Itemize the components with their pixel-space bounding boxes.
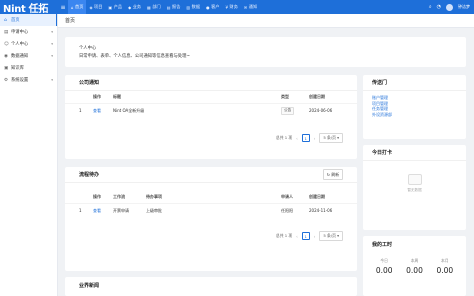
business-icon: ◆ bbox=[128, 4, 132, 10]
sidebar-item-home[interactable]: ⌂ 首页 bbox=[0, 14, 57, 26]
work-hours-title: 我的工时 bbox=[372, 241, 393, 248]
type-badge: 公告 bbox=[281, 106, 295, 115]
nav-report[interactable]: ▤ 报告 bbox=[164, 0, 184, 14]
refresh-button[interactable]: ↻ 刷新 bbox=[322, 169, 343, 180]
chevron-down-icon: ▾ bbox=[51, 30, 53, 34]
pagination: 总共 1 项 ‹ 1 › 5 条/页 ▾ bbox=[65, 229, 357, 243]
settings-icon: ⚙ bbox=[4, 77, 9, 83]
nav-business[interactable]: ◆ 业务 bbox=[125, 0, 144, 14]
table-header: 操作 工作流 待办事项 申请人 创建日期 bbox=[93, 194, 325, 199]
news-card: 业界新闻 bbox=[65, 277, 357, 296]
chevron-down-icon: ▾ bbox=[51, 78, 53, 82]
todo-title: 流程待办 bbox=[79, 172, 100, 178]
quick-link-resources[interactable]: 外设资源部 bbox=[363, 112, 466, 118]
sidebar-item-data-notice[interactable]: ◉ 数据通知 ▾ bbox=[0, 50, 57, 62]
apply-icon: ▤ bbox=[4, 29, 9, 35]
home-icon: ⌂ bbox=[71, 4, 74, 10]
customer-icon: ● bbox=[206, 4, 210, 10]
personal-title: 个人中心 bbox=[79, 46, 97, 51]
knowledge-icon: ▣ bbox=[4, 65, 9, 71]
next-page-icon[interactable]: › bbox=[314, 234, 316, 239]
top-bar: Nint 任拓 ≡ ⌂ 首页 ◈ 项目 ▣ 产品 ◆ 业务 ▦ 部门 ▤ 报告 ▥ 数据 ● 客… bbox=[0, 0, 474, 15]
product-icon: ▣ bbox=[108, 4, 113, 10]
chevron-down-icon: ▾ bbox=[51, 54, 53, 58]
prev-page-icon[interactable]: ‹ bbox=[296, 136, 298, 141]
nav-department[interactable]: ▦ 部门 bbox=[144, 0, 164, 14]
avatar[interactable] bbox=[446, 3, 453, 11]
notify-icon: ✉ bbox=[243, 4, 248, 10]
personal-center-card: 个人中心 日常申请、表单、个人信息、公司通知等信息查看与处理~ bbox=[65, 37, 466, 67]
user-icon: ☺ bbox=[4, 41, 9, 47]
page-size-select[interactable]: 5 条/页 ▾ bbox=[319, 133, 343, 143]
nav-customer[interactable]: ● 客户 bbox=[203, 0, 222, 14]
nav-project[interactable]: ◈ 项目 bbox=[86, 0, 105, 14]
next-page-icon[interactable]: › bbox=[314, 136, 316, 141]
top-nav: ⌂ 首页 ◈ 项目 ▣ 产品 ◆ 业务 ▦ 部门 ▤ 报告 ▥ 数据 ● 客户 ¥ 财务 ✉ 通知 bbox=[68, 0, 260, 14]
sidebar-item-apply[interactable]: ▤ 申请中心 ▾ bbox=[0, 26, 57, 38]
checkin-card: 今日打卡 暂无数据 bbox=[363, 145, 466, 230]
empty-box-icon bbox=[407, 173, 422, 185]
quick-links-card: 传送门 账户管理 项目管理 任务管理 外设资源部 bbox=[363, 75, 466, 139]
page-number[interactable]: 1 bbox=[301, 134, 310, 142]
table-row: 1 查看 Nint OA全新升级 公告 2024-06-06 bbox=[65, 103, 357, 117]
search-icon[interactable]: ⌕ bbox=[429, 4, 432, 10]
view-link[interactable]: 查看 bbox=[93, 208, 113, 214]
nav-notify[interactable]: ✉ 通知 bbox=[241, 0, 260, 14]
bell-icon[interactable]: ◔ bbox=[437, 4, 441, 10]
refresh-icon: ↻ bbox=[326, 172, 330, 177]
view-link[interactable]: 查看 bbox=[93, 108, 113, 114]
nav-finance[interactable]: ¥ 财务 bbox=[222, 0, 240, 14]
hours-month: 本月 0.00 bbox=[436, 258, 454, 275]
prev-page-icon[interactable]: ‹ bbox=[296, 234, 298, 239]
announcements-card: 公司通知 操作 标题 类型 创建日期 1 查看 Nint OA全新升级 公告 2… bbox=[65, 75, 357, 159]
checkin-title: 今日打卡 bbox=[372, 150, 393, 156]
tab-home[interactable]: 首页 bbox=[65, 17, 75, 24]
department-icon: ▦ bbox=[147, 4, 151, 10]
hours-week: 本周 0.00 bbox=[406, 258, 423, 275]
sidebar-item-settings[interactable]: ⚙ 系统设置 ▾ bbox=[0, 74, 57, 86]
todo-card: 流程待办 ↻ 刷新 操作 工作流 待办事项 申请人 创建日期 1 查看 开票申请 … bbox=[65, 167, 357, 271]
project-icon: ◈ bbox=[89, 4, 93, 10]
work-hours-card: 我的工时 今日 0.00 本周 0.00 本月 0.00 bbox=[363, 236, 466, 296]
data-notice-icon: ◉ bbox=[4, 53, 8, 59]
empty-state: 暂无数据 bbox=[363, 161, 466, 205]
page-size-select[interactable]: 5 条/页 ▾ bbox=[319, 231, 343, 241]
table-row: 1 查看 开票申请 上级审批 任阳阳 2024-11-06 bbox=[65, 203, 357, 217]
finance-icon: ¥ bbox=[225, 4, 228, 10]
quick-links-title: 传送门 bbox=[372, 80, 388, 86]
hours-stats: 今日 0.00 本周 0.00 本月 0.00 bbox=[363, 252, 466, 275]
top-right-tools: ⌕ ◔ 钟洁梦 bbox=[429, 0, 474, 14]
page-tabs: 首页 bbox=[58, 14, 474, 28]
announcements-title: 公司通知 bbox=[79, 80, 100, 86]
page-number[interactable]: 1 bbox=[301, 232, 310, 240]
home-icon: ⌂ bbox=[4, 17, 7, 23]
sidebar: ⌂ 首页 ▤ 申请中心 ▾ ☺ 个人中心 ▾ ◉ 数据通知 ▾ ▣ 知识库 ⚙ 系统设置 ▾ bbox=[0, 14, 58, 296]
menu-icon[interactable]: ≡ bbox=[58, 0, 68, 14]
hours-today: 今日 0.00 bbox=[375, 258, 393, 275]
nav-product[interactable]: ▣ 产品 bbox=[105, 0, 125, 14]
pagination: 总共 1 项 ‹ 1 › 5 条/页 ▾ bbox=[65, 131, 357, 145]
sidebar-item-knowledge[interactable]: ▣ 知识库 bbox=[0, 62, 57, 74]
data-icon: ▥ bbox=[186, 4, 191, 10]
nav-home[interactable]: ⌂ 首页 bbox=[68, 0, 87, 14]
personal-desc: 日常申请、表单、个人信息、公司通知等信息查看与处理~ bbox=[79, 54, 191, 59]
chevron-down-icon: ▾ bbox=[51, 42, 53, 46]
nav-data[interactable]: ▥ 数据 bbox=[183, 0, 203, 14]
user-name[interactable]: 钟洁梦 bbox=[458, 4, 470, 10]
report-icon: ▤ bbox=[166, 4, 171, 10]
app-logo[interactable]: Nint 任拓 bbox=[0, 0, 58, 15]
news-title: 业界新闻 bbox=[79, 282, 100, 289]
table-header: 操作 标题 类型 创建日期 bbox=[93, 94, 325, 99]
sidebar-item-user[interactable]: ☺ 个人中心 ▾ bbox=[0, 38, 57, 50]
